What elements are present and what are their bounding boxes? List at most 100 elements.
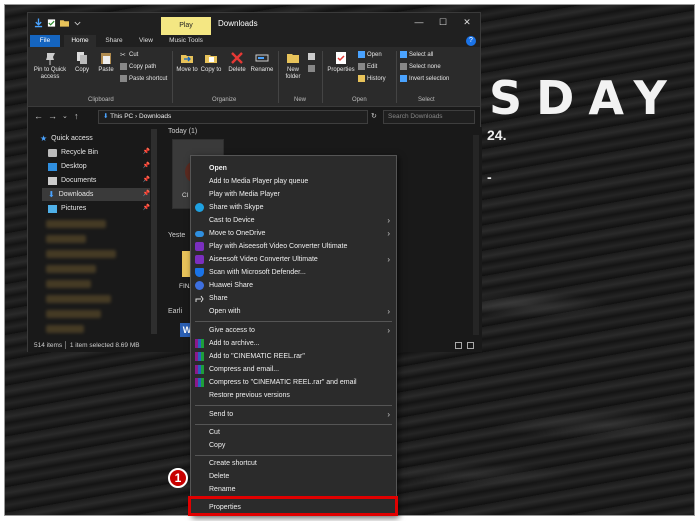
- submenu-arrow-icon: ›: [387, 255, 390, 264]
- play-contextual-tab[interactable]: Play: [161, 17, 211, 35]
- help-icon[interactable]: ?: [466, 36, 476, 46]
- details-view-icon[interactable]: [455, 342, 462, 349]
- up-arrow-icon[interactable]: ↑: [74, 111, 79, 121]
- menu-item-add-to-rar[interactable]: Add to "CINEMATIC REEL.rar": [191, 350, 396, 363]
- edit-button[interactable]: Edit: [358, 63, 377, 70]
- tab-music-tools[interactable]: Music Tools: [163, 35, 209, 47]
- blurred-item: [46, 265, 96, 273]
- new-folder-icon[interactable]: [60, 18, 69, 28]
- menu-item-play-with-aiseesoft[interactable]: Play with Aiseesoft Video Converter Ulti…: [191, 240, 396, 253]
- group-header-earlier[interactable]: Earli: [168, 308, 182, 315]
- menu-item-play-with-media-player[interactable]: Play with Media Player: [191, 188, 396, 201]
- menu-item-compress-and-email[interactable]: Compress and email...: [191, 363, 396, 376]
- menu-label: Add to archive...: [209, 340, 260, 347]
- tab-home[interactable]: Home: [64, 35, 96, 47]
- menu-item-move-to-onedrive[interactable]: Move to OneDrive ›: [191, 227, 396, 240]
- menu-label: Play with Media Player: [209, 191, 280, 198]
- download-arrow-icon[interactable]: [34, 18, 43, 28]
- menu-item-compress-to-rar-email[interactable]: Compress to "CINEMATIC REEL.rar" and ema…: [191, 376, 396, 389]
- menu-item-aiseesoft-converter[interactable]: Aiseesoft Video Converter Ultimate ›: [191, 253, 396, 266]
- menu-item-scan-defender[interactable]: Scan with Microsoft Defender...: [191, 266, 396, 279]
- copy-to-button[interactable]: Copy to: [200, 51, 222, 74]
- menu-item-give-access-to[interactable]: Give access to ›: [191, 324, 396, 337]
- sidebar-item-recycle-bin[interactable]: Recycle Bin 📌: [48, 146, 150, 159]
- invert-selection-button[interactable]: Invert selection: [400, 75, 449, 82]
- menu-label: Compress to "CINEMATIC REEL.rar" and ema…: [209, 379, 357, 386]
- new-folder-icon: [287, 54, 299, 63]
- tab-share[interactable]: Share: [98, 35, 130, 47]
- properties-icon[interactable]: [47, 18, 56, 28]
- blurred-item: [46, 280, 91, 288]
- new-folder-button[interactable]: New folder: [282, 51, 304, 81]
- blurred-item: [46, 235, 86, 243]
- menu-item-add-to-play-queue[interactable]: Add to Media Player play queue: [191, 175, 396, 188]
- paste-button[interactable]: Paste: [96, 51, 116, 74]
- sidebar-item-quick-access[interactable]: ★ Quick access: [40, 132, 150, 145]
- history-button[interactable]: History: [358, 75, 386, 82]
- sidebar-item-desktop[interactable]: Desktop 📌: [48, 160, 150, 173]
- sidebar-item-pictures[interactable]: Pictures 📌: [48, 202, 150, 215]
- menu-item-open-with[interactable]: Open with ›: [191, 305, 396, 318]
- menu-item-copy[interactable]: Copy: [191, 439, 396, 452]
- menu-item-add-to-archive[interactable]: Add to archive...: [191, 337, 396, 350]
- maximize-button[interactable]: ☐: [432, 17, 454, 28]
- paste-shortcut-button[interactable]: Paste shortcut: [120, 75, 167, 82]
- menu-item-create-shortcut[interactable]: Create shortcut: [191, 457, 396, 470]
- select-all-icon: [400, 51, 407, 58]
- menu-label: Restore previous versions: [209, 392, 290, 399]
- star-icon: ★: [40, 134, 48, 143]
- rename-button[interactable]: Rename: [250, 51, 274, 74]
- tab-file[interactable]: File: [30, 35, 60, 47]
- copy-button[interactable]: Copy: [72, 51, 92, 74]
- menu-item-huawei-share[interactable]: Huawei Share: [191, 279, 396, 292]
- easy-access-button[interactable]: [308, 65, 315, 72]
- step-number-badge: 1: [168, 468, 188, 488]
- submenu-arrow-icon: ›: [387, 229, 390, 238]
- recycle-bin-icon: [48, 148, 57, 157]
- group-header-today[interactable]: Today (1): [168, 128, 197, 135]
- group-header-yesterday[interactable]: Yeste: [168, 232, 185, 239]
- sidebar-item-documents[interactable]: Documents 📌: [48, 174, 150, 187]
- menu-item-delete[interactable]: Delete: [191, 470, 396, 483]
- large-icons-view-icon[interactable]: [467, 342, 474, 349]
- sidebar-scrollbar[interactable]: [151, 129, 157, 334]
- pin-icon: 📌: [142, 191, 150, 197]
- ribbon-divider: [278, 51, 279, 103]
- menu-item-send-to[interactable]: Send to ›: [191, 408, 396, 421]
- tab-view[interactable]: View: [132, 35, 160, 47]
- menu-item-cast-to-device[interactable]: Cast to Device ›: [191, 214, 396, 227]
- dropdown-icon[interactable]: [73, 18, 82, 28]
- menu-label: Add to Media Player play queue: [209, 178, 309, 185]
- properties-ribbon-button[interactable]: Properties: [326, 51, 356, 74]
- menu-item-restore-previous-versions[interactable]: Restore previous versions: [191, 389, 396, 402]
- copy-path-button[interactable]: Copy path: [120, 63, 156, 70]
- pin-quick-access-button[interactable]: Pin to Quick access: [32, 51, 68, 81]
- new-item-button[interactable]: [308, 53, 315, 60]
- cut-button[interactable]: ✂ Cut: [120, 51, 138, 60]
- select-none-button[interactable]: Select none: [400, 63, 441, 70]
- move-to-button[interactable]: Move to: [176, 51, 198, 74]
- back-arrow-icon[interactable]: ←: [34, 111, 43, 121]
- open-button[interactable]: Open: [358, 51, 382, 58]
- content-scrollbar[interactable]: [473, 135, 479, 335]
- forward-arrow-icon[interactable]: →: [48, 111, 57, 121]
- minimize-button[interactable]: —: [408, 17, 430, 27]
- menu-item-cut[interactable]: Cut: [191, 426, 396, 439]
- brand-wordmark: SDAY: [489, 71, 681, 125]
- address-row: ← → ⌄ ↑ ⬇ This PC › Downloads ↻ Search D…: [28, 107, 480, 127]
- menu-item-open[interactable]: Open: [191, 162, 396, 175]
- menu-item-rename[interactable]: Rename: [191, 483, 396, 496]
- close-button[interactable]: ✕: [456, 17, 478, 28]
- menu-item-share[interactable]: Share: [191, 292, 396, 305]
- sidebar-item-downloads[interactable]: ⬇ Downloads 📌: [42, 188, 150, 201]
- search-input[interactable]: Search Downloads: [383, 110, 475, 124]
- address-bar[interactable]: ⬇ This PC › Downloads: [98, 110, 368, 124]
- menu-item-share-with-skype[interactable]: Share with Skype: [191, 201, 396, 214]
- select-all-button[interactable]: Select all: [400, 51, 433, 58]
- sidebar-label: Downloads: [58, 191, 94, 198]
- organize-group-label: Organize: [212, 97, 237, 103]
- recent-dropdown-icon[interactable]: ⌄: [62, 112, 68, 120]
- refresh-icon[interactable]: ↻: [371, 112, 377, 120]
- delete-button[interactable]: Delete: [226, 51, 248, 74]
- ribbon-divider: [322, 51, 323, 103]
